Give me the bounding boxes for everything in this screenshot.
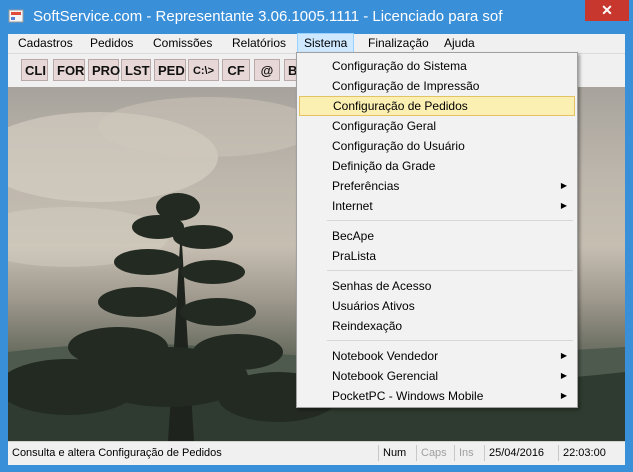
status-message: Consulta e altera Configuração de Pedido… [12, 447, 222, 459]
menu-item-configuracao-usuario[interactable]: Configuração do Usuário [299, 136, 575, 156]
toolbar-cf-button[interactable]: CF [222, 59, 250, 81]
menu-item-senhas-acesso[interactable]: Senhas de Acesso [299, 276, 575, 296]
menu-separator [327, 270, 573, 271]
toolbar-for-button[interactable]: FOR [53, 59, 85, 81]
menu-item-notebook-gerencial[interactable]: Notebook Gerencial ▶ [299, 366, 575, 386]
sistema-menu-dropdown: Configuração do Sistema Configuração de … [296, 52, 578, 408]
menu-comissoes[interactable]: Comissões [147, 34, 218, 52]
menu-separator [327, 220, 573, 221]
menu-item-label: Configuração Geral [332, 119, 437, 133]
toolbar-lst-button[interactable]: LST [121, 59, 151, 81]
menu-item-label: Preferências [332, 179, 400, 193]
menu-item-usuarios-ativos[interactable]: Usuários Ativos [299, 296, 575, 316]
menu-item-configuracao-geral[interactable]: Configuração Geral [299, 116, 575, 136]
status-date: 25/04/2016 [484, 445, 561, 461]
menu-pedidos[interactable]: Pedidos [84, 34, 139, 52]
title-bar[interactable]: SoftService.com - Representante 3.06.100… [0, 0, 633, 34]
menu-item-configuracao-impressao[interactable]: Configuração de Impressão [299, 76, 575, 96]
menu-item-reindexacao[interactable]: Reindexação [299, 316, 575, 336]
menu-item-label: Notebook Vendedor [332, 349, 439, 363]
toolbar-pro-button[interactable]: PRO [88, 59, 120, 81]
app-icon [8, 9, 24, 23]
menu-item-label: Usuários Ativos [332, 299, 415, 313]
menu-sistema[interactable]: Sistema [297, 33, 355, 53]
menu-item-label: Reindexação [332, 319, 403, 333]
submenu-arrow-icon: ▶ [560, 181, 567, 190]
menu-item-label: PraLista [332, 249, 377, 263]
menu-item-label: PocketPC - Windows Mobile [332, 389, 484, 403]
menu-item-label: Configuração de Impressão [332, 79, 480, 93]
menu-item-pocketpc[interactable]: PocketPC - Windows Mobile ▶ [299, 386, 575, 406]
menu-item-label: Configuração do Usuário [332, 139, 465, 153]
submenu-arrow-icon: ▶ [560, 371, 567, 380]
menu-item-label: BecApe [332, 229, 375, 243]
toolbar-ped-button[interactable]: PED [154, 59, 186, 81]
menu-item-label: Senhas de Acesso [332, 279, 432, 293]
menu-cadastros[interactable]: Cadastros [12, 34, 79, 52]
menu-bar: Cadastros Pedidos Comissões Relatórios S… [8, 33, 625, 54]
submenu-arrow-icon: ▶ [560, 351, 567, 360]
menu-item-preferencias[interactable]: Preferências ▶ [299, 176, 575, 196]
close-button[interactable]: ✕ [585, 0, 629, 21]
submenu-arrow-icon: ▶ [560, 201, 567, 210]
menu-item-definicao-grade[interactable]: Definição da Grade [299, 156, 575, 176]
status-time: 22:03:00 [558, 445, 623, 461]
menu-item-notebook-vendedor[interactable]: Notebook Vendedor ▶ [299, 346, 575, 366]
menu-relatorios[interactable]: Relatórios [226, 34, 292, 52]
window-title: SoftService.com - Representante 3.06.100… [33, 8, 503, 25]
menu-item-configuracao-pedidos[interactable]: Configuração de Pedidos [299, 96, 575, 116]
menu-item-internet[interactable]: Internet ▶ [299, 196, 575, 216]
status-ins: Ins [454, 445, 487, 461]
menu-item-label: Configuração de Pedidos [333, 99, 468, 113]
menu-separator [327, 340, 573, 341]
status-bar: Consulta e altera Configuração de Pedido… [8, 441, 625, 465]
toolbar-email-button[interactable]: @ [254, 59, 280, 81]
menu-item-label: Notebook Gerencial [332, 369, 439, 383]
submenu-arrow-icon: ▶ [560, 391, 567, 400]
menu-item-label: Internet [332, 199, 373, 213]
menu-ajuda[interactable]: Ajuda [438, 34, 481, 52]
status-num: Num [378, 445, 419, 461]
menu-item-label: Definição da Grade [332, 159, 436, 173]
menu-item-becape[interactable]: BecApe [299, 226, 575, 246]
status-caps: Caps [416, 445, 455, 461]
menu-item-pralista[interactable]: PraLista [299, 246, 575, 266]
toolbar-cli-button[interactable]: CLI [21, 59, 48, 81]
menu-item-label: Configuração do Sistema [332, 59, 467, 73]
toolbar-dos-button[interactable]: C:\> [188, 59, 219, 81]
menu-finalizacao[interactable]: Finalização [362, 34, 435, 52]
menu-item-configuracao-sistema[interactable]: Configuração do Sistema [299, 56, 575, 76]
